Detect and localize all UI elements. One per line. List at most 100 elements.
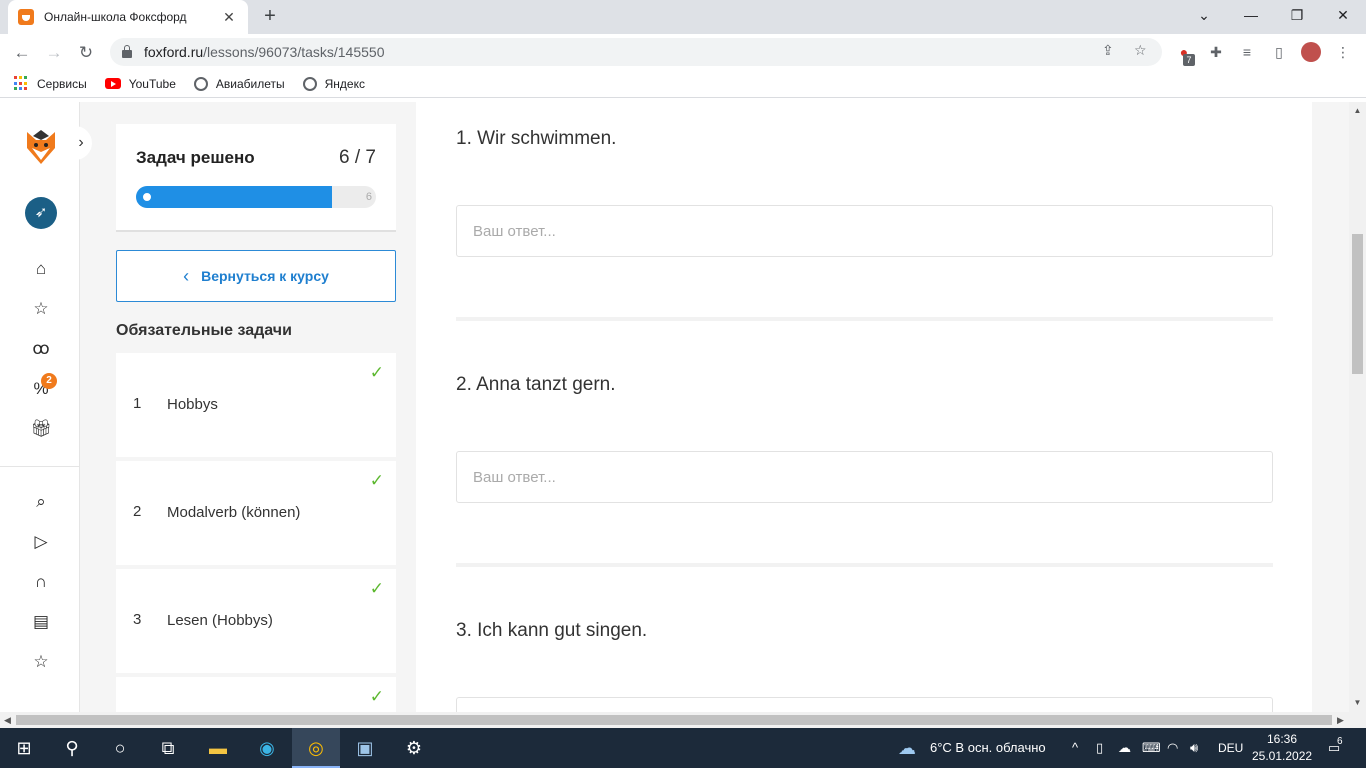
task-item[interactable]: 1 Hobbys ✓ [116,353,396,457]
restore-button[interactable]: ❐ [1274,0,1320,30]
back-icon[interactable]: ← [10,41,34,65]
forward-icon[interactable]: → [42,41,66,65]
tab-close-button[interactable]: ✕ [220,9,238,26]
checkmark-icon: ✓ [369,687,384,706]
required-tasks-heading: Обязательные задачи [116,322,292,339]
extensions-puzzle-icon[interactable]: ✚ [1206,42,1226,62]
weather-text[interactable]: 6°C В осн. облачно [930,728,1046,768]
vertical-scrollbar[interactable]: ▲ ▼ [1349,102,1366,712]
browser-toolbar: ← → ↻ foxford.ru/lessons/96073/tasks/145… [0,34,1366,70]
answer-input[interactable] [456,451,1273,503]
progress-card: Задач решено 6 / 7 [116,124,396,232]
chrome-browser-icon[interactable]: ◎ [292,728,340,768]
horizontal-scrollbar[interactable]: ◀ ▶ [0,712,1366,728]
media-queue-icon[interactable]: ≡ [1237,42,1257,62]
volume-icon[interactable]: 🔊︎ [1190,728,1198,768]
page-content: ➶ ⌂ ☆ ꝏ % 2 🎁︎ ⌕ ▷ ∩ ▤ ☆ › Задач решено … [0,102,1366,712]
notification-count: 6 [1337,736,1343,747]
edge-browser-icon[interactable]: ◉ [243,728,291,768]
minimize-button[interactable]: — [1228,0,1274,30]
task-view-icon[interactable]: ⧉ [144,728,192,768]
checkmark-icon: ✓ [369,579,384,598]
foxford-favicon-icon [18,9,34,25]
home-icon[interactable]: ⌂ [30,258,52,280]
video-icon[interactable]: ▷ [30,531,52,553]
address-bar[interactable]: foxford.ru/lessons/96073/tasks/145550 ⇪ … [110,38,1162,66]
tray-device-icon[interactable]: ▯ [1096,728,1103,768]
horizontal-scroll-thumb[interactable] [16,715,1332,725]
question-text: 2. Anna tanzt gern. [456,374,616,395]
star-icon[interactable]: ☆ [30,298,52,320]
tab-search-icon[interactable]: ⌄ [1181,0,1227,30]
task-sidebar: Задач решено 6 / 7 6 ‹ Вернуться к курсу… [116,102,396,712]
vertical-scroll-thumb[interactable] [1352,234,1363,374]
scroll-left-icon[interactable]: ◀ [4,712,11,728]
question-text: 1. Wir schwimmen. [456,128,617,149]
bookmark-yandex[interactable]: Яндекс [302,76,365,91]
bookmark-aviatickets[interactable]: Авиабилеты [193,76,285,91]
task-item[interactable]: 2 Modalverb (können) ✓ [116,461,396,565]
answer-input[interactable] [456,205,1273,257]
url-text[interactable]: foxford.ru/lessons/96073/tasks/145550 [144,44,385,60]
bookmark-youtube[interactable]: YouTube [104,76,176,91]
file-explorer-icon[interactable]: ▬ [194,728,242,768]
onedrive-cloud-icon[interactable]: ☁ [1118,728,1131,768]
loop-icon[interactable]: ꝏ [30,338,52,360]
clock-date: 25.01.2022 [1252,749,1313,763]
language-indicator[interactable]: DEU [1218,728,1243,768]
gift-icon[interactable]: 🎁︎ [30,418,52,440]
progress-bar: 6 [136,186,376,208]
task-item[interactable]: ✓ [116,677,396,712]
tray-chevron-up-icon[interactable]: ^ [1072,728,1078,768]
close-window-button[interactable]: ✕ [1320,0,1366,30]
progress-count: 6 / 7 [339,147,376,168]
share-icon[interactable]: ⇪ [1102,42,1114,59]
bookmark-label: Сервисы [37,76,87,91]
taskbar-clock[interactable]: 16:36 25.01.2022 [1252,731,1312,765]
progress-end-label: 6 [365,191,372,203]
clock-time: 16:36 [1266,732,1298,746]
back-to-course-button[interactable]: ‹ Вернуться к курсу [116,250,396,302]
foxford-logo-icon[interactable] [24,128,58,166]
scroll-down-icon[interactable]: ▼ [1349,698,1366,707]
answer-input[interactable] [456,697,1273,712]
wifi-icon[interactable]: ◠ [1167,728,1178,768]
expand-nav-button[interactable]: › [70,126,92,160]
question-divider [456,317,1273,321]
search-icon[interactable]: ⚲ [48,728,96,768]
chevron-left-icon: ‹ [183,265,190,286]
apps-grid-icon [14,76,29,91]
checkmark-icon: ✓ [369,471,384,490]
extension-badge: 7 [1183,54,1195,66]
favorites-star-icon[interactable]: ☆ [30,651,52,673]
headphones-icon[interactable]: ∩ [30,571,52,593]
bookmark-services[interactable]: Сервисы [14,76,87,91]
profile-avatar[interactable] [1301,42,1321,62]
task-number: 2 [133,503,142,520]
browser-tab[interactable]: Онлайн-школа Фоксфорд ✕ [8,0,248,34]
tab-title: Онлайн-школа Фоксфорд [44,10,187,24]
task-number: 1 [133,395,142,412]
weather-cloud-icon[interactable]: ☁ [898,728,916,768]
keyboard-layout-icon[interactable]: ⌨ [1142,728,1161,768]
left-navigation: ➶ ⌂ ☆ ꝏ % 2 🎁︎ ⌕ ▷ ∩ ▤ ☆ [0,102,80,712]
globe-icon [193,76,208,91]
app-window-icon[interactable]: ▣ [341,728,389,768]
settings-gear-icon[interactable]: ⚙ [390,728,438,768]
bookmark-star-icon[interactable]: ☆ [1134,42,1147,59]
bookmark-label: Яндекс [324,76,365,91]
cortana-icon[interactable]: ○ [96,728,144,768]
notification-badge: 2 [41,373,57,389]
url-host: foxford.ru [144,44,204,60]
reload-icon[interactable]: ↻ [74,41,98,65]
windows-start-icon[interactable]: ⊞ [0,728,48,768]
task-item[interactable]: 3 Lesen (Hobbys) ✓ [116,569,396,673]
presentation-icon[interactable]: ▤ [30,611,52,633]
search-icon[interactable]: ⌕ [30,491,52,513]
scroll-up-icon[interactable]: ▲ [1349,106,1366,115]
menu-kebab-icon[interactable]: ⋮ [1333,42,1353,62]
new-tab-button[interactable]: + [259,5,281,27]
bookmark-label: YouTube [128,76,176,91]
side-panel-icon[interactable]: ▯ [1269,42,1289,62]
rocket-icon[interactable]: ➶ [25,197,57,229]
